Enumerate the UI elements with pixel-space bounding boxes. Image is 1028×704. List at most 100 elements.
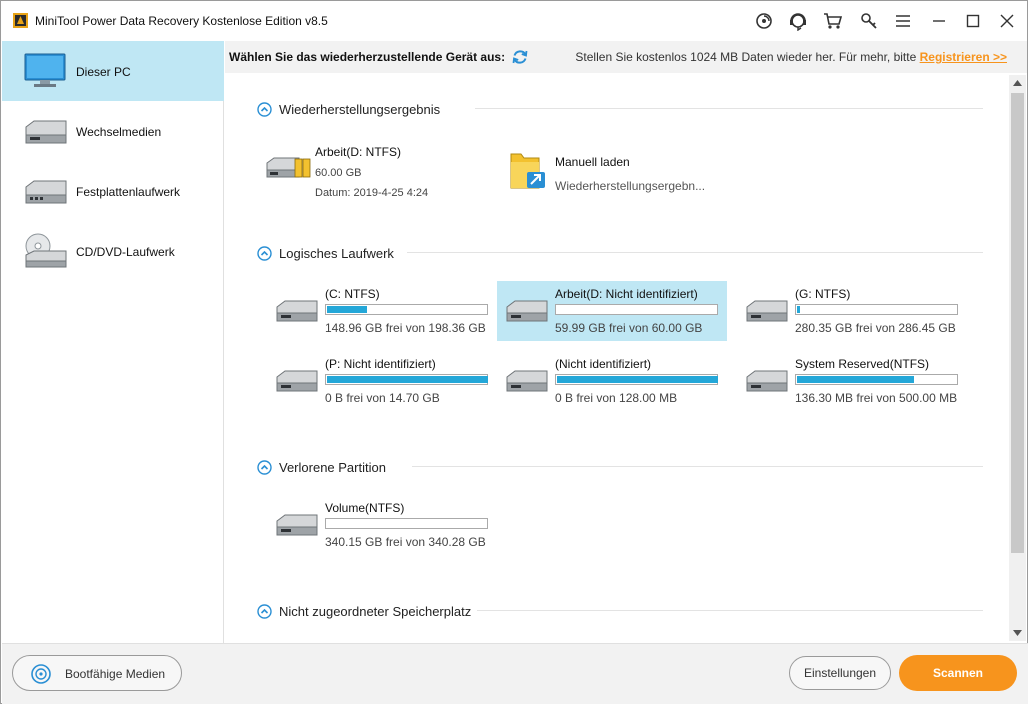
close-icon[interactable] (997, 11, 1017, 31)
chevron-up-icon (257, 245, 272, 261)
drive-item[interactable]: Volume(NTFS) 340.15 GB frei von 340.28 GB (267, 495, 497, 555)
title-bar: MiniTool Power Data Recovery Kostenlose … (1, 1, 1027, 41)
sidebar-item-label: Festplattenlaufwerk (76, 185, 181, 199)
section-divider (412, 466, 983, 467)
drive-usage-fill (797, 376, 914, 383)
drive-icon (506, 370, 548, 392)
sidebar-item-label: CD/DVD-Laufwerk (76, 245, 175, 259)
section-header-lost[interactable]: Verlorene Partition (257, 458, 386, 476)
drive-name: System Reserved(NTFS) (795, 357, 930, 371)
drive-free-space: 280.35 GB frei von 286.45 GB (795, 321, 956, 335)
disc-icon[interactable] (754, 11, 774, 31)
drive-usage-bar (795, 304, 958, 315)
drive-free-space: 59.99 GB frei von 60.00 GB (555, 321, 703, 335)
drive-name: (C: NTFS) (325, 287, 380, 301)
app-logo-icon (13, 13, 28, 28)
load-manually-sub: Wiederherstellungsergebn... (555, 179, 706, 193)
sidebar-item-cd-dvd[interactable]: CD/DVD-Laufwerk (2, 221, 224, 281)
drive-free-space: 148.96 GB frei von 198.36 GB (325, 321, 486, 335)
drive-item[interactable]: (Nicht identifiziert) 0 B frei von 128.00… (497, 351, 727, 411)
minimize-icon[interactable] (929, 11, 949, 31)
key-icon[interactable] (859, 11, 879, 31)
settings-button[interactable]: Einstellungen (789, 656, 891, 690)
drive-item[interactable]: (P: Nicht identifiziert) 0 B frei von 14.… (267, 351, 497, 411)
folder-load-icon (510, 153, 545, 189)
section-title: Wiederherstellungsergebnis (279, 101, 441, 117)
bootable-media-button[interactable]: Bootfähige Medien (12, 655, 182, 691)
drive-item[interactable]: (C: NTFS) 148.96 GB frei von 198.36 GB (267, 281, 497, 341)
scan-button[interactable]: Scannen (899, 655, 1017, 691)
drive-usage-bar (795, 374, 958, 385)
drive-name: (G: NTFS) (795, 287, 851, 301)
drive-name: Volume(NTFS) (325, 501, 405, 515)
menu-icon[interactable] (893, 11, 913, 31)
monitor-icon (24, 53, 66, 87)
sidebar-item-removable[interactable]: Wechselmedien (2, 101, 224, 161)
scroll-down-arrow-icon[interactable] (1009, 625, 1026, 641)
drive-free-space: 0 B frei von 14.70 GB (325, 391, 440, 405)
drive-usage-fill (327, 306, 367, 313)
device-select-header: Wählen Sie das wiederherzustellende Gerä… (225, 41, 1027, 73)
drive-icon (276, 370, 318, 392)
load-manually-item[interactable]: Manuell laden Wiederherstellungsergebn..… (507, 145, 727, 195)
drive-usage-fill (797, 306, 800, 313)
load-manually-label: Manuell laden (555, 155, 630, 169)
chevron-up-icon (257, 603, 272, 619)
bootable-media-label: Bootfähige Medien (65, 667, 166, 681)
section-header-unallocated[interactable]: Nicht zugeordneter Speicherplatz (257, 602, 471, 620)
device-select-label: Wählen Sie das wiederherzustellende Gerä… (229, 50, 506, 64)
bootable-disc-icon (31, 664, 51, 684)
drive-icon (746, 370, 788, 392)
drive-icon (276, 514, 318, 536)
vertical-scrollbar[interactable] (1009, 75, 1026, 641)
device-list: Wiederherstellungsergebnis Arbeit(D: NTF… (227, 75, 1009, 641)
sidebar-item-label: Dieser PC (76, 65, 131, 79)
app-window: MiniTool Power Data Recovery Kostenlose … (0, 0, 1028, 704)
promo-text: Stellen Sie kostenlos 1024 MB Daten wied… (575, 50, 917, 64)
drive-icon (276, 300, 318, 322)
scrollbar-thumb[interactable] (1011, 93, 1024, 553)
footer-bar: Bootfähige Medien Einstellungen Scannen (2, 643, 1028, 704)
drive-free-space: 340.15 GB frei von 340.28 GB (325, 535, 486, 549)
hard-drive-icon (25, 180, 67, 204)
result-date: Datum: 2019-4-25 4:24 (315, 187, 429, 199)
section-header-logical[interactable]: Logisches Laufwerk (257, 244, 394, 262)
drive-free-space: 136.30 MB frei von 500.00 MB (795, 391, 958, 405)
drive-usage-fill (327, 376, 488, 383)
section-divider (407, 252, 983, 253)
drive-item[interactable]: (G: NTFS) 280.35 GB frei von 286.45 GB (737, 281, 967, 341)
chevron-up-icon (257, 101, 272, 117)
drive-name: (P: Nicht identifiziert) (325, 357, 436, 371)
section-title: Nicht zugeordneter Speicherplatz (279, 603, 472, 619)
maximize-icon[interactable] (963, 11, 983, 31)
register-link[interactable]: Registrieren >> (920, 50, 1007, 64)
drive-usage-bar (555, 374, 718, 385)
result-size: 60.00 GB (315, 167, 362, 179)
sidebar-item-this-pc[interactable]: Dieser PC (2, 41, 224, 101)
drive-usage-bar (325, 304, 488, 315)
support-icon[interactable] (788, 11, 808, 31)
cart-icon[interactable] (823, 11, 843, 31)
chevron-up-icon (257, 459, 272, 475)
section-divider (475, 108, 983, 109)
drive-item[interactable]: Arbeit(D: Nicht identifiziert) 59.99 GB f… (497, 281, 727, 341)
sidebar-item-hard-drive[interactable]: Festplattenlaufwerk (2, 161, 224, 221)
drive-icon (746, 300, 788, 322)
section-title: Verlorene Partition (279, 459, 386, 475)
result-item-arbeit[interactable]: Arbeit(D: NTFS) 60.00 GB Datum: 2019-4-2… (257, 141, 457, 201)
drive-free-space: 0 B frei von 128.00 MB (555, 391, 678, 405)
window-title: MiniTool Power Data Recovery Kostenlose … (35, 14, 328, 28)
cd-dvd-icon (25, 233, 67, 268)
drive-usage-bar (325, 518, 488, 529)
removable-drive-icon (25, 120, 67, 144)
drive-usage-fill (557, 376, 718, 383)
result-name: Arbeit(D: NTFS) (315, 145, 402, 159)
refresh-icon[interactable] (511, 48, 529, 66)
section-header-results[interactable]: Wiederherstellungsergebnis (257, 100, 440, 118)
drive-name: Arbeit(D: Nicht identifiziert) (555, 287, 698, 301)
drive-usage-bar (555, 304, 718, 315)
promo-text-wrap: Stellen Sie kostenlos 1024 MB Daten wied… (575, 50, 1007, 64)
drive-item[interactable]: System Reserved(NTFS) 136.30 MB frei von … (737, 351, 967, 411)
scroll-up-arrow-icon[interactable] (1009, 75, 1026, 91)
drive-icon (506, 300, 548, 322)
